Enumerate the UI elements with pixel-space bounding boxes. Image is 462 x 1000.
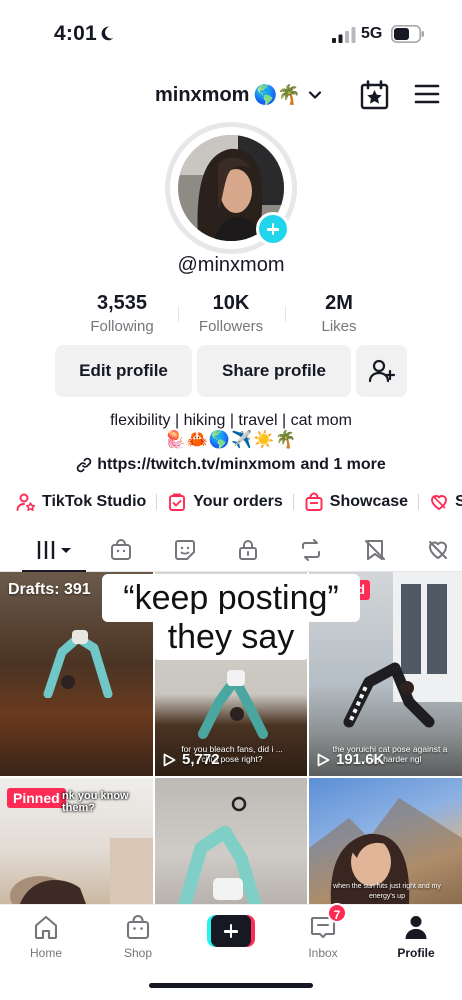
edit-profile-button[interactable]: Edit profile — [55, 345, 192, 397]
profile-handle: @minxmom — [177, 254, 285, 276]
likes-count: 2M — [325, 292, 353, 314]
bio-link[interactable]: https://twitch.tv/minxmom — [97, 456, 295, 474]
tab-videos[interactable] — [34, 536, 74, 564]
pinned-badge: Pinned — [7, 788, 66, 808]
tab-private[interactable] — [235, 536, 261, 564]
video-tile[interactable]: when the sun hits just right and my ener… — [309, 778, 462, 904]
profile-tabs — [0, 530, 462, 572]
creator-shortcuts: TikTok Studio Your orders Showcase Su — [16, 488, 462, 516]
battery-icon — [391, 25, 424, 43]
nav-profile[interactable]: Profile — [381, 913, 451, 960]
grid-icon — [37, 541, 71, 559]
play-icon — [317, 753, 330, 766]
shortcut-tiktok-studio[interactable]: TikTok Studio — [16, 492, 146, 512]
inbox-badge: 7 — [327, 903, 347, 923]
sticker-icon — [175, 540, 195, 560]
heart-hidden-icon — [429, 541, 447, 559]
tab-favorites[interactable] — [362, 536, 388, 564]
calendar-star-icon[interactable] — [360, 80, 389, 110]
home-icon — [34, 915, 58, 940]
person-star-icon — [16, 493, 36, 511]
home-indicator — [149, 983, 313, 988]
shortcut-divider — [418, 494, 420, 510]
shortcut-label: Showcase — [329, 493, 409, 510]
lock-icon — [239, 540, 257, 560]
pinned-video-tile[interactable]: Pinned nk you know them? — [0, 778, 153, 904]
shortcut-label: Your orders — [193, 493, 283, 510]
video-thumbnail — [178, 796, 262, 904]
bookmark-hidden-icon — [365, 540, 385, 560]
shortcut-divider — [292, 494, 294, 510]
following-label: Following — [90, 318, 154, 335]
shortcut-label: TikTok Studio — [42, 493, 147, 510]
bio-link-more[interactable]: and 1 more — [300, 456, 385, 474]
tab-liked[interactable] — [425, 536, 451, 564]
shortcut-showcase[interactable]: Showcase — [304, 492, 408, 512]
status-bar: 4:01 5G — [0, 0, 462, 66]
tab-shop[interactable] — [108, 536, 134, 564]
nav-label: Profile — [397, 946, 435, 960]
profile-stats: 3,535 Following 10K Followers 2M Likes — [0, 292, 462, 340]
menu-icon[interactable] — [414, 82, 440, 106]
orders-icon — [169, 493, 186, 511]
shortcut-su[interactable]: Su — [429, 492, 462, 512]
tab-stickers[interactable] — [172, 536, 198, 564]
nav-label: Shop — [123, 946, 153, 960]
followers-count: 10K — [212, 292, 250, 314]
moon-icon — [101, 26, 114, 41]
video-tile[interactable] — [155, 778, 307, 904]
views-count: 191.6K — [336, 751, 385, 768]
nav-label: Home — [29, 946, 62, 960]
following-count: 3,535 — [96, 292, 148, 314]
plus-icon — [211, 915, 251, 947]
video-caption: nk you know them? — [62, 790, 129, 814]
drafts-count-label: Drafts: 391 — [8, 581, 91, 598]
bio-emojis: 🪼🦀🌎✈️☀️🌴 — [164, 430, 298, 449]
profile-header: minxmom 🌎🌴 — [0, 74, 462, 116]
views-count: 5,772 — [182, 751, 220, 768]
followers-label: Followers — [198, 318, 264, 335]
heart-icon — [431, 495, 448, 510]
create-video-button[interactable] — [207, 915, 255, 947]
video-views: 191.6K — [317, 751, 384, 768]
shopping-bag-icon — [305, 492, 323, 511]
account-switcher[interactable]: minxmom 🌎🌴 — [155, 80, 323, 110]
share-profile-button[interactable]: Share profile — [197, 345, 351, 397]
stat-followers[interactable]: 10K Followers — [176, 292, 286, 335]
stat-likes[interactable]: 2M Likes — [284, 292, 394, 335]
nav-home[interactable]: Home — [11, 913, 81, 960]
shop-bag-icon — [111, 539, 131, 560]
nav-inbox[interactable]: Inbox — [288, 913, 358, 960]
nav-shop[interactable]: Shop — [103, 913, 173, 960]
video-caption: when the sun hits just right and my ener… — [333, 883, 441, 900]
link-icon — [76, 457, 92, 473]
repost-icon — [302, 539, 320, 561]
signal-icon — [332, 27, 356, 43]
video-thumbnail — [198, 670, 268, 739]
status-time: 4:01 — [54, 22, 97, 45]
bio-link-row[interactable]: https://twitch.tv/minxmom and 1 more — [0, 456, 462, 474]
likes-label: Likes — [321, 318, 357, 335]
shortcut-divider — [156, 494, 158, 510]
tab-reposts[interactable] — [298, 536, 324, 564]
add-user-icon — [368, 359, 395, 383]
video-views: 5,772 — [163, 751, 220, 768]
add-story-button[interactable] — [256, 212, 290, 246]
network-label: 5G — [361, 25, 383, 42]
shop-icon — [126, 914, 150, 940]
username-emoji: 🌎🌴 — [253, 85, 301, 106]
chevron-down-icon — [308, 91, 321, 99]
add-friend-button[interactable] — [356, 345, 407, 397]
stat-following[interactable]: 3,535 Following — [67, 292, 177, 335]
meme-caption-line2: they say — [153, 614, 309, 660]
profile-icon — [405, 916, 427, 939]
username-title: minxmom — [155, 83, 250, 106]
shortcut-label: Su — [455, 493, 462, 510]
nav-label: Inbox — [308, 946, 338, 960]
shortcut-your-orders[interactable]: Your orders — [167, 492, 283, 512]
play-icon — [163, 753, 176, 766]
bio-text: flexibility | hiking | travel | cat mom — [110, 412, 352, 429]
